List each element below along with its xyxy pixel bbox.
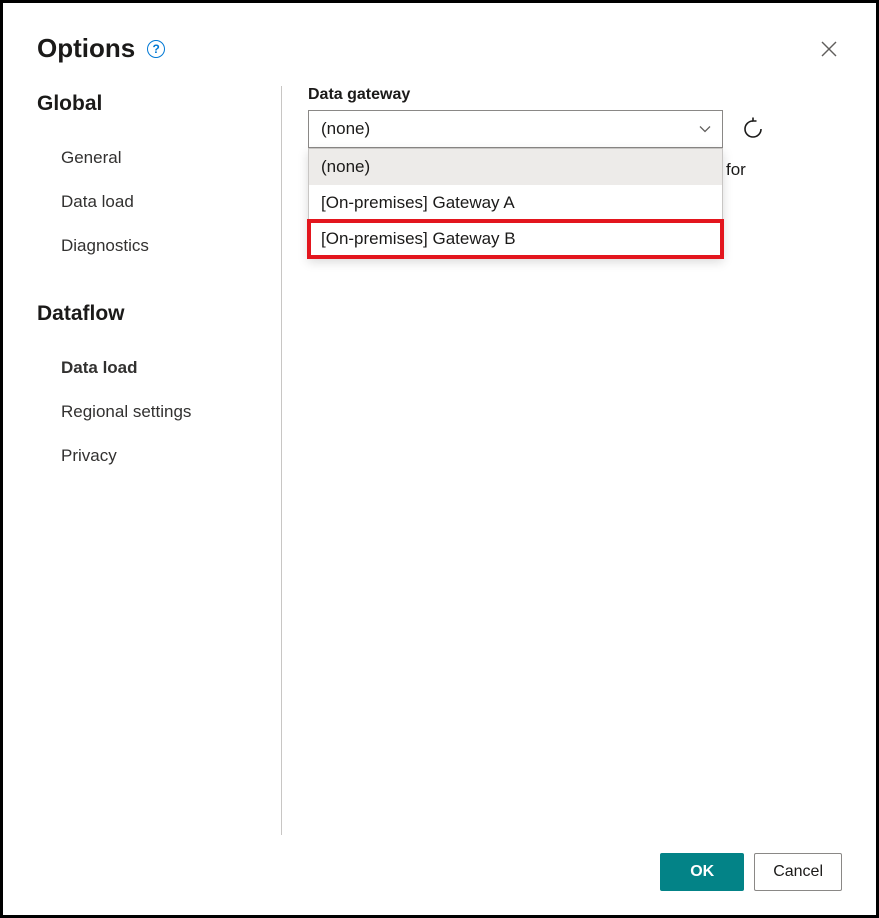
close-icon (820, 40, 838, 58)
gateway-option-a[interactable]: [On-premises] Gateway A (309, 185, 722, 221)
close-button[interactable] (816, 36, 842, 62)
content-pane: Data gateway (none) (none) [On-premises]… (282, 86, 842, 835)
gateway-refresh-button[interactable] (737, 113, 769, 145)
gateway-dropdown: (none) [On-premises] Gateway A [On-premi… (308, 148, 723, 258)
sidebar-item-dataflow-data-load[interactable]: Data load (37, 346, 271, 390)
gateway-option-b[interactable]: [On-premises] Gateway B (309, 221, 722, 257)
gateway-select-wrap: (none) (none) [On-premises] Gateway A [O… (308, 110, 723, 148)
cancel-button[interactable]: Cancel (754, 853, 842, 891)
gateway-select[interactable]: (none) (308, 110, 723, 148)
help-icon[interactable]: ? (147, 40, 165, 58)
gateway-trailing-text: for (726, 160, 746, 180)
sidebar-item-privacy[interactable]: Privacy (37, 434, 271, 478)
gateway-label: Data gateway (308, 86, 842, 104)
dialog-header: Options ? (37, 33, 842, 64)
sidebar: Global General Data load Diagnostics Dat… (37, 86, 282, 835)
dialog-body: Global General Data load Diagnostics Dat… (37, 86, 842, 835)
dialog-footer: OK Cancel (37, 835, 842, 891)
dialog-title: Options (37, 33, 135, 64)
sidebar-item-diagnostics[interactable]: Diagnostics (37, 224, 271, 268)
gateway-option-none[interactable]: (none) (309, 149, 722, 185)
chevron-down-icon (698, 122, 712, 136)
options-dialog: Options ? Global General Data load Diagn… (0, 0, 879, 918)
title-wrap: Options ? (37, 33, 165, 64)
sidebar-item-regional-settings[interactable]: Regional settings (37, 390, 271, 434)
sidebar-section-dataflow: Dataflow (37, 296, 271, 332)
ok-button[interactable]: OK (660, 853, 744, 891)
gateway-field-row: (none) (none) [On-premises] Gateway A [O… (308, 110, 842, 148)
gateway-select-value: (none) (321, 119, 370, 139)
refresh-icon (741, 117, 765, 141)
sidebar-item-general[interactable]: General (37, 136, 271, 180)
sidebar-section-global: Global (37, 86, 271, 122)
sidebar-item-global-data-load[interactable]: Data load (37, 180, 271, 224)
